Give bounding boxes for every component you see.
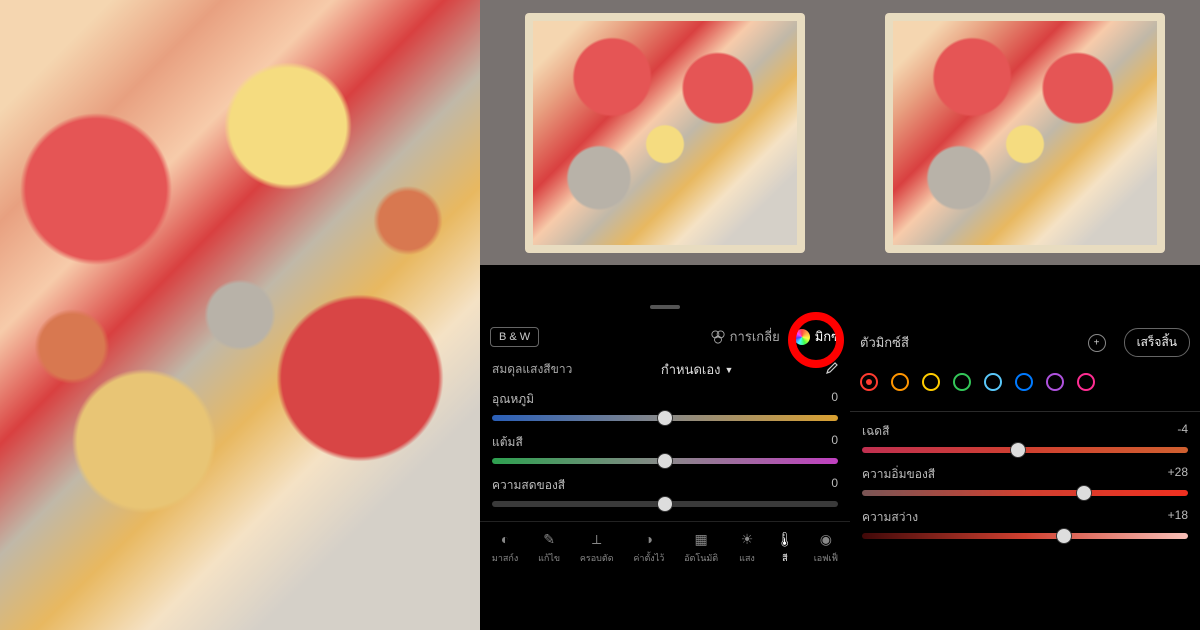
tool-heal[interactable]: ✎แก้ไข	[538, 530, 560, 565]
color-swatches	[850, 365, 1200, 405]
slider-vibrance[interactable]: ความสดของสี0	[480, 472, 850, 515]
done-button[interactable]: เสร็จสิ้น	[1124, 328, 1190, 357]
targeted-adjustment-icon[interactable]	[1088, 334, 1106, 352]
tool-effects[interactable]: ◉เอฟเฟ็	[814, 530, 838, 565]
bottom-toolbar: ◐มาสก์ง ✎แก้ไข ⟂ครอบตัด ◑ค่าตั้งไว้ ▦อัต…	[480, 521, 850, 569]
swatch-blue[interactable]	[1015, 373, 1033, 391]
color-mixer-title: ตัวมิกซ์สี	[860, 332, 909, 353]
tool-crop[interactable]: ⟂ครอบตัด	[580, 530, 614, 565]
swatch-magenta[interactable]	[1077, 373, 1095, 391]
main-image-zoomed	[0, 0, 480, 630]
preview-image-after[interactable]	[850, 0, 1200, 265]
slider-saturation[interactable]: ความอิ่มของสี+28	[850, 461, 1200, 504]
tab-color-grading[interactable]: การเกลี่ย	[711, 326, 780, 347]
slider-luminance[interactable]: ความสว่าง+18	[850, 504, 1200, 547]
edit-panel-color-mixer: ตัวมิกซ์สี เสร็จสิ้น เฉดสี-4 ความอิ่มของ…	[850, 0, 1200, 630]
swatch-aqua[interactable]	[984, 373, 1002, 391]
slider-tint[interactable]: แต้มสี0	[480, 429, 850, 472]
tool-light[interactable]: ☀แสง	[738, 530, 756, 565]
swatch-green[interactable]	[953, 373, 971, 391]
tool-presets[interactable]: ◑ค่าตั้งไว้	[633, 530, 664, 565]
swatch-red[interactable]	[860, 373, 878, 391]
tool-auto[interactable]: ▦อัตโนมัติ	[684, 530, 718, 565]
edit-panel-color: B & W การเกลี่ย มิกซ์ สมดุลแสงสีขาว กำหน…	[480, 0, 850, 630]
preview-image-before[interactable]	[480, 0, 850, 265]
tool-masking[interactable]: ◐มาสก์ง	[492, 530, 518, 565]
panel-grabber[interactable]	[650, 305, 680, 309]
swatch-purple[interactable]	[1046, 373, 1064, 391]
highlight-annotation	[788, 312, 844, 368]
slider-temp[interactable]: อุณหภูมิ0	[480, 386, 850, 429]
tool-color[interactable]: 🌡สี	[776, 530, 794, 565]
white-balance-label: สมดุลแสงสีขาว	[492, 360, 572, 379]
white-balance-dropdown[interactable]: กำหนดเอง▼	[661, 359, 734, 380]
slider-hue[interactable]: เฉดสี-4	[850, 418, 1200, 461]
swatch-orange[interactable]	[891, 373, 909, 391]
swatch-yellow[interactable]	[922, 373, 940, 391]
bw-button[interactable]: B & W	[490, 327, 539, 347]
